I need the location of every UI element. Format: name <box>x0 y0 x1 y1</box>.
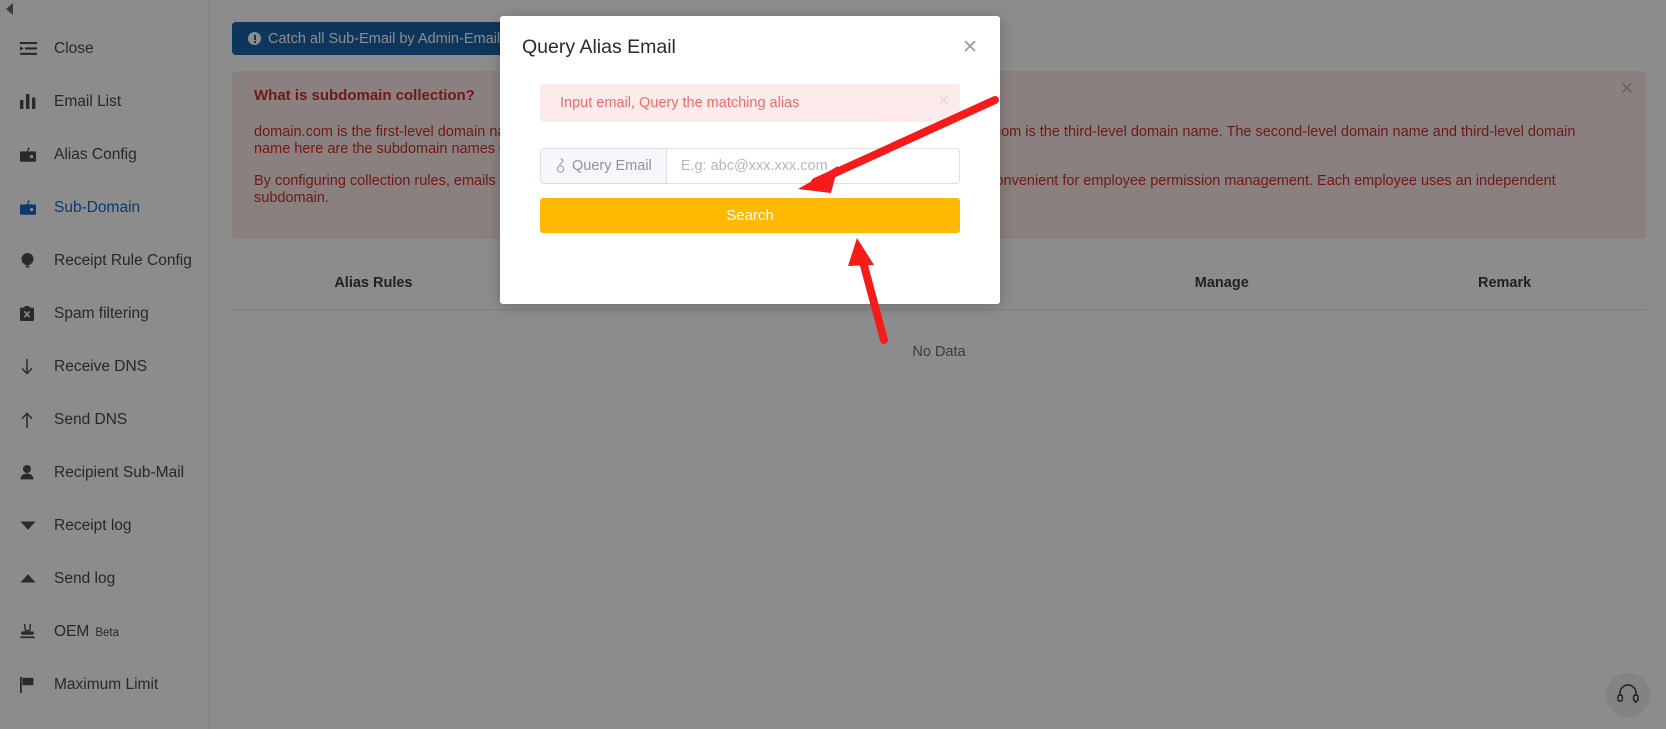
query-email-addon: Query Email <box>541 148 667 183</box>
app-root: Close Email List Alias Config Sub-Domain… <box>0 0 1666 729</box>
query-alias-email-modal: Query Alias Email ✕ Input email, Query t… <box>500 16 1000 304</box>
modal-body: Input email, Query the matching alias ✕ … <box>500 58 1000 233</box>
close-icon[interactable]: ✕ <box>962 38 978 57</box>
modal-title: Query Alias Email <box>522 36 676 58</box>
query-email-addon-label: Query Email <box>572 157 652 174</box>
query-email-input[interactable] <box>666 148 959 183</box>
search-button[interactable]: Search <box>540 197 960 233</box>
query-hint-alert: Input email, Query the matching alias ✕ <box>540 83 960 122</box>
modal-header: Query Alias Email ✕ <box>500 16 1000 58</box>
key-icon <box>555 158 566 173</box>
hint-text: Input email, Query the matching alias <box>560 94 800 111</box>
close-icon[interactable]: ✕ <box>937 93 950 108</box>
query-email-input-group: Query Email <box>540 147 960 184</box>
